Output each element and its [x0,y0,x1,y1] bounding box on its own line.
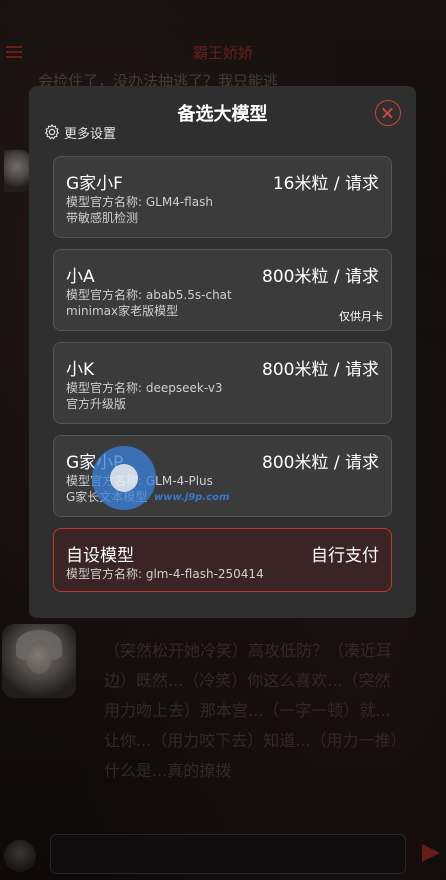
model-select-dialog: 备选大模型 更多设置 G家小F 16米粒 / 请求 模型官方名称: GLM4-f… [29,86,416,618]
model-description: 官方升级版 [66,397,127,411]
close-button[interactable] [375,100,401,126]
more-settings-button[interactable]: 更多设置 [43,122,116,142]
model-official-name: 模型官方名称: glm-4-flash-250414 [66,567,264,581]
model-card-deepseek[interactable]: 小K 800米粒 / 请求 模型官方名称: deepseek-v3 官方升级版 [53,342,392,424]
model-price: 16米粒 / 请求 [272,174,379,194]
model-name: 小K [66,360,95,380]
model-name: G家小F [66,174,123,194]
gear-icon [44,123,60,140]
model-price: 800米粒 / 请求 [262,360,379,380]
model-name: 小A [66,267,95,287]
watermark-text: www.j9p.com [154,492,230,503]
more-settings-label: 更多设置 [64,126,117,142]
watermark: www.j9p.com [92,446,292,516]
model-card-glm4-flash[interactable]: G家小F 16米粒 / 请求 模型官方名称: GLM4-flash 带敏感肌检测 [53,156,392,238]
model-price: 800米粒 / 请求 [262,267,379,287]
model-card-abab[interactable]: 小A 800米粒 / 请求 模型官方名称: abab5.5s-chat mini… [53,249,392,331]
monthly-card-badge: 仅供月卡 [339,310,383,323]
model-official-name: 模型官方名称: deepseek-v3 [66,381,223,395]
model-card-custom[interactable]: 自设模型 自行支付 模型官方名称: glm-4-flash-250414 [53,528,392,592]
model-official-name: 模型官方名称: GLM4-flash [66,195,213,209]
model-description: minimax家老版模型 [66,304,179,318]
model-name: 自设模型 [66,546,134,566]
model-description: 带敏感肌检测 [66,211,139,225]
model-price: 自行支付 [311,546,379,566]
model-official-name: 模型官方名称: abab5.5s-chat [66,288,232,302]
